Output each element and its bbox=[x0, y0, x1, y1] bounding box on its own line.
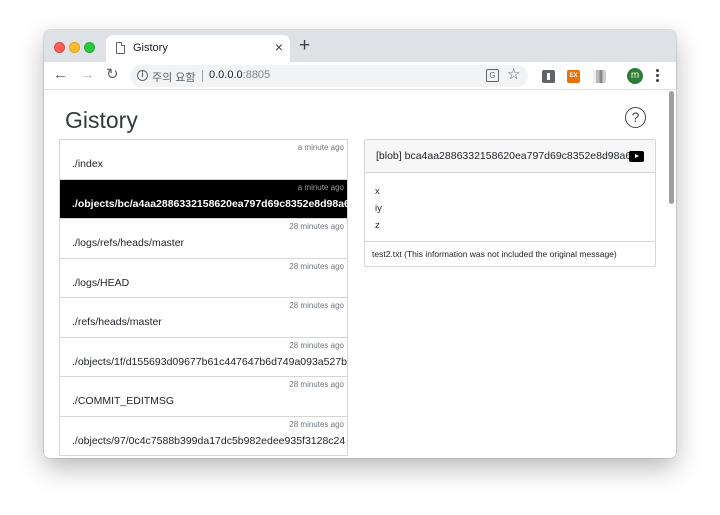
bookmark-star-icon[interactable]: ☆ bbox=[507, 66, 520, 84]
menu-icon[interactable] bbox=[655, 68, 659, 84]
title-bar: Gistory × + bbox=[44, 30, 676, 62]
new-tab-button[interactable]: + bbox=[299, 35, 310, 57]
file-list-item[interactable]: a minute ago ./objects/bc/a4aa28863321586… bbox=[60, 179, 356, 219]
file-list-item[interactable]: 28 minutes ago ./logs/HEAD bbox=[60, 258, 347, 298]
scrollbar-thumb[interactable] bbox=[669, 91, 674, 204]
object-content: x iy z bbox=[365, 173, 655, 242]
profile-avatar[interactable]: m bbox=[627, 68, 643, 84]
close-tab-icon[interactable]: × bbox=[275, 39, 283, 55]
page-content: Gistory ? a minute ago ./index a minute ag… bbox=[44, 91, 676, 458]
file-path: ./objects/1f/d155693d09677b61c447647b6d7… bbox=[72, 355, 348, 368]
page-scrollbar[interactable] bbox=[669, 91, 675, 458]
file-path: ./objects/bc/a4aa2886332158620ea797d69c8… bbox=[72, 197, 356, 210]
file-list-item[interactable]: 28 minutes ago ./logs/refs/heads/master bbox=[60, 219, 347, 259]
file-time: a minute ago bbox=[297, 182, 344, 192]
file-list-item[interactable]: 28 minutes ago ./objects/97/0c4c7588b399d… bbox=[60, 416, 347, 456]
content-line: iy bbox=[375, 203, 382, 214]
content-line: z bbox=[375, 220, 380, 231]
file-path: ./refs/heads/master bbox=[72, 316, 162, 328]
maximize-window-button[interactable] bbox=[84, 42, 95, 53]
translate-icon[interactable]: G bbox=[486, 69, 499, 82]
reload-button[interactable]: ↻ bbox=[106, 67, 119, 83]
file-list-item[interactable]: 28 minutes ago ./refs/heads/master bbox=[60, 298, 347, 338]
file-list-item[interactable]: 28 minutes ago ./objects/1f/d155693d09677… bbox=[60, 337, 348, 377]
help-icon[interactable]: ? bbox=[625, 107, 646, 128]
play-icon[interactable] bbox=[629, 151, 644, 162]
file-list: a minute ago ./index a minute ago ./objects… bbox=[59, 139, 356, 456]
file-list-item[interactable]: 28 minutes ago ./COMMIT_EDITMSG bbox=[60, 377, 347, 417]
file-path: ./index bbox=[72, 158, 103, 170]
file-time: a minute ago bbox=[297, 143, 344, 152]
extension-icon[interactable] bbox=[542, 70, 555, 83]
detail-header: [blob] bca4aa2886332158620ea797d69c8352e… bbox=[365, 140, 655, 173]
back-button[interactable]: ← bbox=[53, 67, 68, 83]
browser-toolbar: ← → ↻ i 주의 요함 0.0.0.0:8805 G ☆ EX m bbox=[44, 62, 676, 90]
url-text[interactable]: 0.0.0.0:8805 bbox=[209, 69, 270, 81]
file-time: 28 minutes ago bbox=[289, 301, 344, 310]
extension-icon[interactable] bbox=[593, 70, 606, 83]
file-list-item[interactable]: a minute ago ./index bbox=[60, 140, 347, 180]
page-title: Gistory bbox=[65, 107, 138, 133]
address-separator bbox=[202, 70, 203, 82]
security-label[interactable]: 주의 요함 bbox=[152, 69, 196, 85]
file-path: ./objects/97/0c4c7588b399da17dc5b982edee… bbox=[72, 434, 346, 447]
object-footer: test2.txt (This information was not incl… bbox=[372, 249, 617, 259]
file-time: 28 minutes ago bbox=[289, 419, 344, 429]
file-time: 28 minutes ago bbox=[289, 261, 344, 271]
address-bar[interactable]: i 주의 요함 0.0.0.0:8805 G ☆ bbox=[130, 65, 528, 87]
file-path: ./COMMIT_EDITMSG bbox=[72, 395, 175, 407]
object-detail-panel: [blob] bca4aa2886332158620ea797d69c8352e… bbox=[364, 139, 656, 267]
browser-window: Gistory × + ← → ↻ i 주의 요함 0.0.0.0:8805 G… bbox=[44, 30, 676, 458]
file-path: ./logs/HEAD bbox=[72, 276, 130, 289]
tab-title: Gistory bbox=[133, 42, 168, 54]
object-title: [blob] bca4aa2886332158620ea797d69c8352e… bbox=[376, 150, 638, 162]
close-window-button[interactable] bbox=[54, 42, 65, 53]
document-icon bbox=[116, 42, 125, 54]
content-line: x bbox=[375, 186, 380, 197]
file-time: 28 minutes ago bbox=[289, 380, 344, 389]
minimize-window-button[interactable] bbox=[69, 42, 80, 53]
file-time: 28 minutes ago bbox=[289, 340, 344, 350]
file-path: ./logs/refs/heads/master bbox=[72, 237, 185, 249]
browser-tab[interactable]: Gistory × bbox=[106, 35, 290, 62]
info-icon[interactable]: i bbox=[137, 70, 148, 81]
forward-button[interactable]: → bbox=[80, 67, 95, 83]
ex-extension-icon[interactable]: EX bbox=[567, 70, 580, 83]
file-time: 28 minutes ago bbox=[289, 222, 344, 231]
